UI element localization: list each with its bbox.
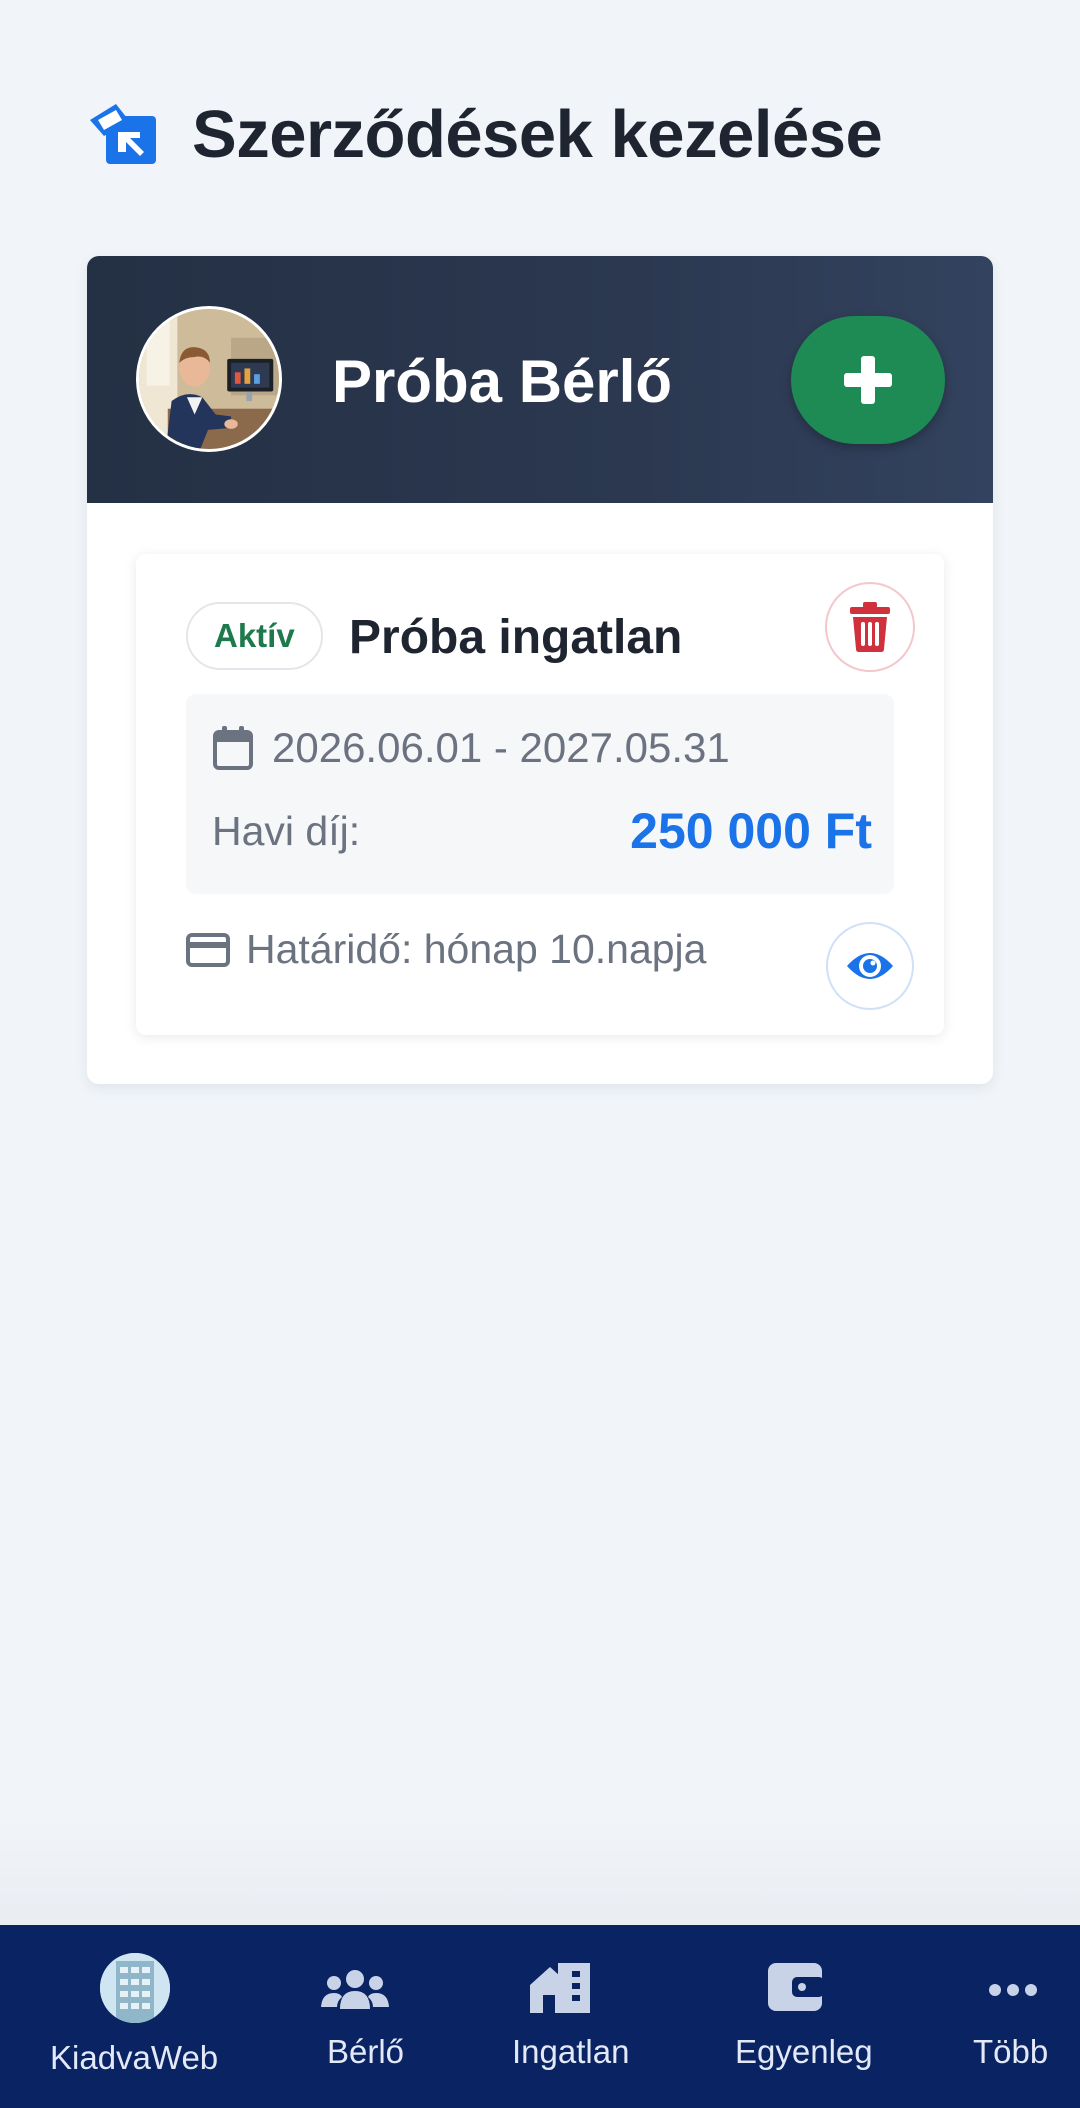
nav-label-kiadvaweb: KiadvaWeb <box>50 2039 219 2076</box>
nav-item-ingatlan[interactable]: Ingatlan <box>505 1925 645 2108</box>
credit-card-icon <box>186 932 230 967</box>
users-icon <box>321 1970 389 2009</box>
contract-sign-icon <box>90 103 156 164</box>
tenant-card: Próba Bérlő Aktív Próba ingatlan 2026.06… <box>87 256 993 1084</box>
deadline-row: Határidő: hónap 10.napja <box>186 926 706 973</box>
page-header: Szerződések kezelése <box>88 96 883 173</box>
avatar <box>136 306 282 452</box>
fee-label: Havi díj: <box>212 808 361 854</box>
nav-label-ingatlan: Ingatlan <box>512 2033 630 2070</box>
app-logo-icon <box>100 1953 170 2023</box>
deadline-text: Határidő: hónap 10.napja <box>246 926 707 972</box>
nav-item-berlo[interactable]: Bérlő <box>300 1925 430 2108</box>
plus-icon <box>844 356 892 404</box>
tenant-name: Próba Bérlő <box>332 348 673 415</box>
page-title: Szerződések kezelése <box>192 97 883 172</box>
property-name: Próba ingatlan <box>349 611 683 664</box>
eye-icon <box>847 953 893 979</box>
status-badge: Aktív <box>186 602 323 670</box>
add-contract-button[interactable] <box>791 316 945 444</box>
tenant-header: Próba Bérlő <box>87 256 993 503</box>
date-range: 2026.06.01 - 2027.05.31 <box>272 724 730 771</box>
calendar-icon <box>213 726 253 770</box>
wallet-icon <box>768 1963 824 2011</box>
date-row: 2026.06.01 - 2027.05.31 <box>212 724 730 772</box>
content-fade <box>0 1820 1080 1925</box>
nav-item-tobb[interactable]: Több <box>960 1925 1070 2108</box>
nav-item-kiadvaweb[interactable]: KiadvaWeb <box>35 1925 235 2108</box>
trash-icon <box>850 602 890 652</box>
bottom-nav: KiadvaWeb Bérlő Ingatlan Egyenleg Több <box>0 1925 1080 2108</box>
delete-button[interactable] <box>825 582 915 672</box>
nav-label-tobb: Több <box>973 2033 1049 2070</box>
building-icon <box>530 1963 590 2013</box>
more-icon <box>989 1984 1037 1996</box>
contract-item[interactable]: Aktív Próba ingatlan 2026.06.01 - 2027.0… <box>136 554 944 1035</box>
fee-value: 250 000 Ft <box>630 803 872 859</box>
contract-details: 2026.06.01 - 2027.05.31 Havi díj: 250 00… <box>186 694 894 894</box>
avatar-photo <box>139 309 279 449</box>
nav-label-berlo: Bérlő <box>327 2033 405 2070</box>
nav-label-egyenleg: Egyenleg <box>735 2033 873 2070</box>
view-button[interactable] <box>826 922 914 1010</box>
nav-item-egyenleg[interactable]: Egyenleg <box>730 1925 880 2108</box>
